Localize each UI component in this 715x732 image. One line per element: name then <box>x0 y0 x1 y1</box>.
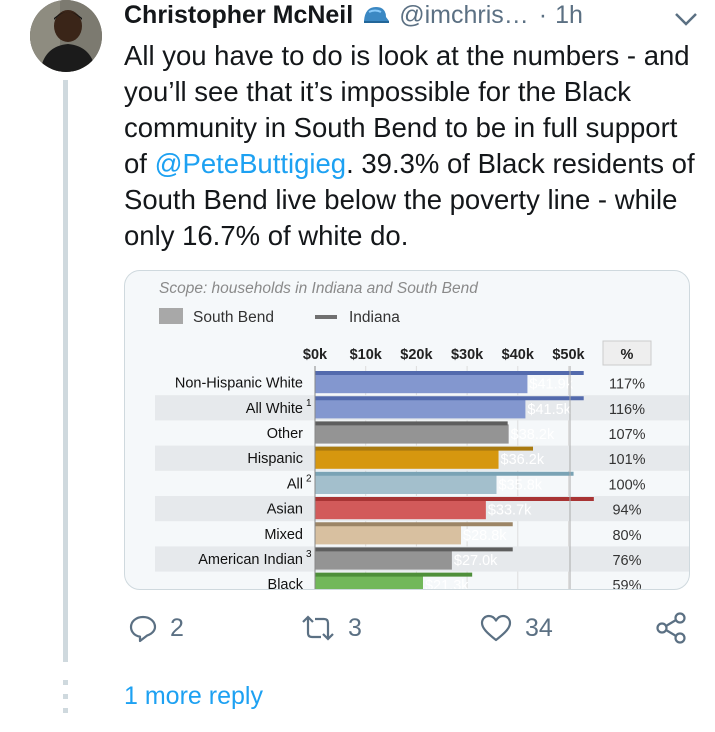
x-tick-label: $30k <box>451 347 484 363</box>
south-bend-bar <box>315 449 499 469</box>
percent-label: 80% <box>612 528 641 544</box>
like-count: 34 <box>525 613 553 642</box>
category-label: Other <box>267 426 303 442</box>
retweet-icon <box>302 615 334 641</box>
percent-label: 101% <box>608 452 645 468</box>
south-bend-bar <box>315 374 528 394</box>
income-chart: Scope: households in Indiana and South B… <box>155 280 689 590</box>
bar-value-label: $41.9k <box>529 377 573 393</box>
action-bar: 2 3 34 <box>124 608 699 648</box>
south-bend-bar <box>315 500 486 520</box>
bar-value-label: $41.5k <box>527 402 571 418</box>
south-bend-bar <box>315 525 462 545</box>
bar-value-label: $21.3k <box>425 578 469 590</box>
south-bend-bar <box>315 575 423 589</box>
x-tick-label: $50k <box>552 347 585 363</box>
category-label: Asian <box>267 502 303 518</box>
bar-value-label: $33.7k <box>488 503 532 519</box>
category-label: All White <box>246 401 303 417</box>
retweet-button[interactable]: 3 <box>300 608 362 648</box>
legend-label: South Bend <box>193 309 274 326</box>
author-handle[interactable]: @imchris… <box>399 1 529 30</box>
percent-label: 107% <box>608 427 645 443</box>
south-bend-bar <box>315 424 509 444</box>
percent-label: 116% <box>609 402 645 418</box>
category-superscript: 3 <box>306 549 312 560</box>
separator: · <box>538 0 548 29</box>
like-button[interactable]: 34 <box>479 608 553 648</box>
tweet-text: All you have to do is look at the number… <box>124 38 699 254</box>
category-superscript: 1 <box>306 398 312 409</box>
reply-count: 2 <box>170 613 184 642</box>
legend-swatch-south-bend <box>159 308 183 324</box>
retweet-count: 3 <box>348 613 362 642</box>
bar-value-label: $27.0k <box>454 553 498 569</box>
timestamp[interactable]: 1h <box>555 1 583 30</box>
thread-line <box>63 80 68 662</box>
reply-button[interactable]: 2 <box>128 608 184 648</box>
south-bend-bar <box>315 399 526 419</box>
share-button[interactable] <box>654 608 700 648</box>
pct-header: % <box>621 347 634 363</box>
percent-label: 59% <box>612 578 641 590</box>
chart-scope-note: Scope: households in Indiana and South B… <box>159 280 479 297</box>
category-label: Non-Hispanic White <box>175 376 303 392</box>
heart-icon <box>480 614 512 642</box>
x-tick-label: $40k <box>502 347 535 363</box>
category-label: Mixed <box>264 527 303 543</box>
percent-label: 100% <box>608 477 645 493</box>
category-label: Black <box>268 577 304 590</box>
percent-label: 76% <box>612 553 641 569</box>
bar-value-label: $36.2k <box>501 452 545 468</box>
category-superscript: 2 <box>306 473 312 484</box>
bar-value-label: $35.8k <box>499 477 543 493</box>
percent-label: 117% <box>609 377 645 393</box>
chart-image[interactable]: Scope: households in Indiana and South B… <box>124 270 690 590</box>
category-label: All <box>287 476 303 492</box>
cap-emoji-icon <box>361 3 391 27</box>
share-icon <box>656 612 686 644</box>
x-tick-label: $10k <box>350 347 383 363</box>
mention-link[interactable]: @PeteButtigieg <box>155 148 347 179</box>
legend-label: Indiana <box>349 309 400 326</box>
avatar[interactable] <box>30 0 102 72</box>
chevron-down-icon[interactable] <box>673 6 699 26</box>
bar-value-label: $38.2k <box>511 427 555 443</box>
bar-value-label: $28.8k <box>463 528 507 544</box>
reply-icon <box>129 615 157 643</box>
x-tick-label: $20k <box>400 347 433 363</box>
category-label: Hispanic <box>247 451 303 467</box>
thread-dots <box>63 680 68 720</box>
percent-label: 94% <box>612 503 641 519</box>
south-bend-bar <box>315 474 497 494</box>
author-name[interactable]: Christopher McNeil <box>124 1 353 30</box>
category-label: American Indian <box>198 552 303 568</box>
more-replies-link[interactable]: 1 more reply <box>124 682 263 711</box>
x-tick-label: $0k <box>303 347 328 363</box>
tweet-header: Christopher McNeil @imchris… · 1h <box>124 0 699 30</box>
south-bend-bar <box>315 550 452 570</box>
